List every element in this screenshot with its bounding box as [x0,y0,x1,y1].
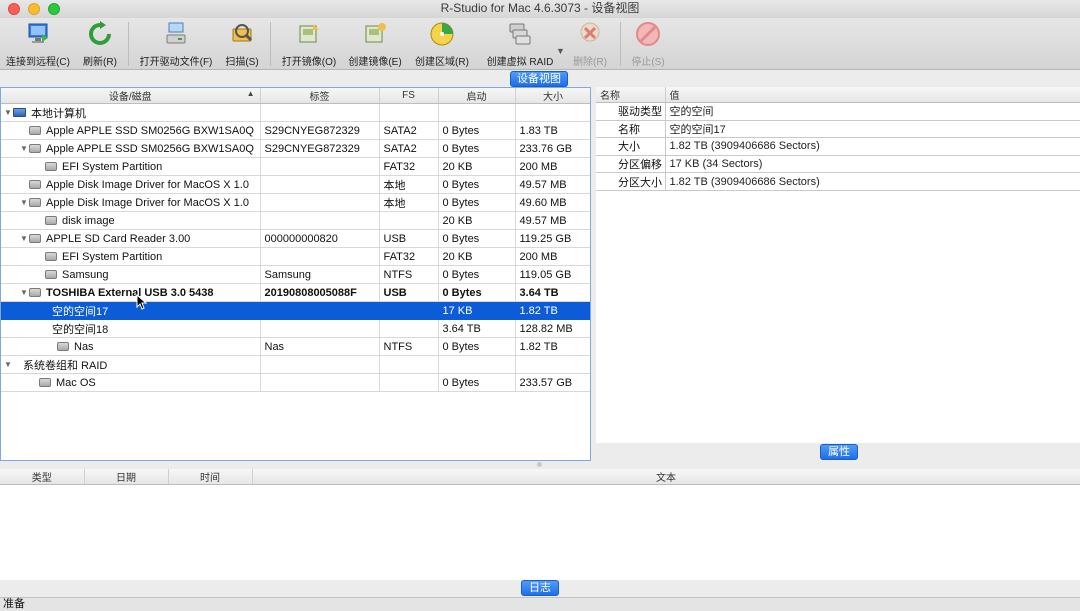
disclosure-triangle-icon[interactable]: ▼ [3,108,13,117]
toolbar-separator [128,22,129,66]
scan-button[interactable]: 扫描(S) [222,18,262,70]
table-row[interactable]: ▼ Apple Disk Image Driver for MacOS X 1.0… [1,193,590,212]
property-row[interactable]: 大小 1.82 TB (3909406686 Sectors) [596,137,1080,156]
sort-ascending-icon: ▲ [246,89,255,98]
column-header-start[interactable]: 启动 [438,88,516,104]
connect-remote-button[interactable]: 连接到远程(C) [4,18,72,70]
title-bar: R-Studio for Mac 4.6.3073 - 设备视图 [0,0,1080,18]
tab-log[interactable]: 日志 [521,580,559,596]
disclosure-triangle-icon[interactable]: ▼ [19,234,29,243]
disk-drive-icon [29,288,41,297]
table-row[interactable]: ▼ TOSHIBA External USB 3.0 5438 201908080… [1,283,590,302]
toolbar-separator [270,22,271,66]
table-row[interactable]: ▼ Apple APPLE SSD SM0256G BXW1SA0Q S29CNY… [1,139,590,158]
properties-pane: 名称 值 驱动类型 空的空间 名称 空的空间17 大小 1.82 TB (390940… [596,87,1080,443]
partition-icon [45,216,57,225]
open-drive-files-icon [166,22,186,44]
property-row[interactable]: 驱动类型 空的空间 [596,102,1080,121]
computer-icon [13,108,26,117]
open-image-icon [299,24,319,43]
disk-drive-icon [29,198,41,207]
property-row[interactable]: 分区大小 1.82 TB (3909406686 Sectors) [596,172,1080,191]
delete-button[interactable]: 删除(R) [566,18,614,70]
partition-icon [45,162,57,171]
properties-table: 名称 值 驱动类型 空的空间 名称 空的空间17 大小 1.82 TB (390940… [596,87,1080,191]
disclosure-triangle-icon[interactable]: ▼ [19,288,29,297]
toolbar-separator [620,22,621,66]
column-header-text[interactable]: 文本 [252,469,1080,485]
delete-icon [580,22,600,42]
table-row[interactable]: EFI System Partition FAT32 20 KB 200 MB [1,157,590,176]
status-text: 准备 [3,598,25,610]
table-row-selected[interactable]: 空的空间17 17 KB 1.82 TB [1,301,590,320]
partition-icon [45,252,57,261]
table-row[interactable]: disk image 20 KB 49.57 MB [1,211,590,230]
disk-drive-icon [29,126,41,135]
close-window-button[interactable] [8,3,20,15]
partition-icon [45,270,57,279]
log-pane: 类型 日期 时间 文本 [0,469,1080,580]
log-table: 类型 日期 时间 文本 [0,469,1080,485]
tab-device-view[interactable]: 设备视图 [510,71,568,87]
disclosure-triangle-icon[interactable]: ▼ [19,144,29,153]
splitter-handle-icon[interactable] [537,462,542,467]
table-row[interactable]: ▼ 本地计算机 [1,103,590,122]
disk-drive-icon [39,378,51,387]
table-row[interactable]: Nas Nas NTFS 0 Bytes 1.82 TB [1,337,590,356]
toolbar: 连接到远程(C) 刷新(R) 打开驱动文件(F) 扫描(S) 打开镜像(O) 创… [0,18,1080,70]
disk-drive-icon [29,144,41,153]
stop-icon [636,22,660,46]
window-title: R-Studio for Mac 4.6.3073 - 设备视图 [440,1,640,15]
create-region-button[interactable]: 创建区域(R) [412,18,472,70]
table-row[interactable]: 空的空间18 3.64 TB 128.82 MB [1,319,590,338]
window-controls [8,3,60,15]
table-row[interactable]: EFI System Partition FAT32 20 KB 200 MB [1,247,590,266]
zoom-window-button[interactable] [48,3,60,15]
disk-drive-icon [29,234,41,243]
open-drive-files-button[interactable]: 打开驱动文件(F) [138,18,214,70]
table-row[interactable]: Apple Disk Image Driver for MacOS X 1.0 … [1,175,590,194]
device-table-pane: 设备/磁盘 ▲ 标签 FS 启动 大小 ▼ 本地计算机 Apple APPLE SS… [0,87,591,461]
disclosure-triangle-icon[interactable]: ▼ [19,198,29,207]
disk-drive-icon [29,180,41,189]
stop-button[interactable]: 停止(S) [628,18,668,70]
create-image-icon [365,23,386,43]
status-bar: 准备 [0,597,1080,611]
minimize-window-button[interactable] [28,3,40,15]
disclosure-triangle-icon[interactable]: ▼ [3,360,13,369]
refresh-button[interactable]: 刷新(R) [80,18,120,70]
table-row[interactable]: Mac OS 0 Bytes 233.57 GB [1,373,590,392]
column-header-fs[interactable]: FS [379,88,439,104]
table-row[interactable]: ▼ APPLE SD Card Reader 3.00 000000000820 … [1,229,590,248]
device-table: 设备/磁盘 ▲ 标签 FS 启动 大小 ▼ 本地计算机 Apple APPLE SS… [1,88,590,392]
tab-properties[interactable]: 属性 [820,444,858,460]
partition-icon [57,342,69,351]
column-header-name[interactable]: 名称 [596,87,666,103]
monitor-connect-icon [28,23,48,43]
column-header-date[interactable]: 日期 [84,469,169,485]
column-header-size[interactable]: 大小 [515,88,590,104]
property-row[interactable]: 分区偏移 17 KB (34 Sectors) [596,155,1080,174]
mouse-cursor-icon [136,294,148,310]
refresh-icon [89,21,111,45]
table-row[interactable]: Samsung Samsung NTFS 0 Bytes 119.05 GB [1,265,590,284]
column-header-type[interactable]: 类型 [0,469,85,485]
open-image-button[interactable]: 打开镜像(O) [280,18,338,70]
column-header-label[interactable]: 标签 [260,88,380,104]
create-raid-button[interactable]: 创建虚拟 RAID [484,18,556,70]
column-header-time[interactable]: 时间 [168,469,253,485]
create-image-button[interactable]: 创建镜像(E) [346,18,404,70]
raid-dropdown-arrow-icon[interactable]: ▼ [556,46,565,56]
property-row[interactable]: 名称 空的空间17 [596,120,1080,139]
column-header-device[interactable]: 设备/磁盘 ▲ [1,88,261,104]
table-row[interactable]: Apple APPLE SSD SM0256G BXW1SA0Q S29CNYE… [1,121,590,140]
table-row[interactable]: ▼ 系统卷组和 RAID [1,355,590,374]
column-header-value[interactable]: 值 [665,87,1080,103]
create-raid-icon [509,23,531,45]
create-region-icon [430,22,454,46]
scan-icon [232,24,253,42]
